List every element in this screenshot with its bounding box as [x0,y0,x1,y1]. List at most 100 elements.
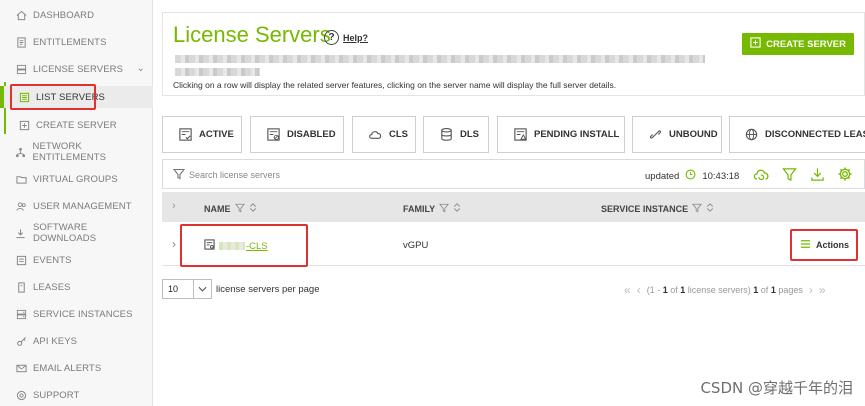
column-header-family[interactable]: FAMILY [403,202,461,215]
filter-disabled-button[interactable]: DISABLED [250,116,344,153]
filter-label: DLS [460,129,479,140]
sidebar-item-support[interactable]: SUPPORT [0,384,153,406]
server-icon [204,239,215,253]
sidebar-item-api-keys[interactable]: API KEYS [0,330,153,352]
sidebar-item-leases[interactable]: LEASES [0,276,153,298]
sidebar-item-label: DASHBOARD [33,9,95,21]
filter-icon[interactable] [439,203,450,215]
menu-icon [800,239,811,252]
globe-icon [744,127,759,143]
folder-icon [15,173,27,185]
toolbar-actions [752,165,854,183]
filter-label: PENDING INSTALL [534,129,620,140]
help[interactable]: ? Help? [324,30,368,45]
list-icon [18,91,30,103]
support-icon [15,389,27,401]
pending-install-icon [512,127,528,143]
header-card: License Servers ? Help? Clicking on a ro… [162,12,865,96]
sidebar-item-label: SOFTWARE DOWNLOADS [32,222,97,244]
sidebar-item-label: EVENTS [33,254,72,266]
actions-label: Actions [815,240,849,250]
filter-label: DISABLED [287,129,336,140]
chevron-down-icon[interactable]: ⌄ [137,63,145,74]
sidebar-item-license-servers[interactable]: LICENSE SERVERS ⌄ [0,58,153,80]
chevron-down-icon[interactable] [193,280,211,298]
column-label: FAMILY [403,203,436,214]
sidebar-item-software-downloads[interactable]: SOFTWARE DOWNLOADS [0,222,153,244]
filter-label: UNBOUND [669,129,718,140]
help-icon: ? [324,30,339,45]
sidebar-item-events[interactable]: EVENTS [0,249,153,271]
sidebar-item-network-entitlements[interactable]: NETWORK ENTITLEMENTS [0,141,153,163]
sidebar-item-create-server[interactable]: CREATE SERVER [0,114,153,136]
first-page-icon[interactable]: « [624,283,631,297]
create-server-button[interactable]: CREATE SERVER [742,33,854,55]
column-label: SERVICE INSTANCE [601,203,689,214]
family-cell: vGPU [403,240,429,251]
server-disabled-icon [265,127,281,143]
sidebar-item-entitlements[interactable]: ENTITLEMENTS [0,31,153,53]
redacted-text [219,242,245,250]
network-icon [15,146,27,158]
filter-toggle-icon[interactable] [780,165,798,183]
pagination: « ‹ (1 - 1 of 1 license servers) 1 of 1 … [624,283,826,297]
page-size-value: 10 [168,284,179,294]
watermark: CSDN @穿越千年的泪 [700,379,853,397]
database-icon [438,127,454,143]
column-label: NAME [204,203,231,214]
sort-icon[interactable] [249,202,257,215]
filter-icon[interactable] [234,203,245,215]
sort-icon[interactable] [453,202,461,215]
table-row[interactable]: › -CLS vGPU Actions [162,224,865,266]
gear-icon[interactable] [836,165,854,183]
summary-text: of [758,285,771,295]
redacted-text [175,55,705,63]
filter-cls-button[interactable]: CLS [352,116,416,153]
server-icon [15,63,27,75]
page-size-select[interactable]: 10 [162,279,212,299]
server-add-icon [750,37,761,51]
filter-icon[interactable] [692,203,703,215]
filter-label: DISCONNECTED LEASING [765,129,865,140]
sidebar-item-label: ENTITLEMENTS [33,36,107,48]
filter-active-button[interactable]: ACTIVE [162,116,242,153]
sidebar-item-dashboard[interactable]: DASHBOARD [0,4,153,26]
summary-text: pages [775,285,803,295]
chevron-right-icon[interactable]: › [172,237,176,251]
sidebar-item-label: LIST SERVERS [36,91,105,103]
server-check-icon [177,127,193,143]
last-page-icon[interactable]: » [819,283,826,297]
sort-icon[interactable] [706,202,714,215]
refresh-cloud-icon[interactable] [752,165,770,183]
help-link[interactable]: Help? [343,33,368,43]
server-name-cell: -CLS [204,239,268,253]
search-input[interactable] [189,165,469,185]
mail-icon [15,362,27,374]
sidebar-item-list-servers[interactable]: LIST SERVERS [0,86,153,108]
sidebar-item-service-instances[interactable]: SERVICE INSTANCES [0,303,153,325]
filter-unbound-button[interactable]: UNBOUND [632,116,722,153]
sidebar: DASHBOARD ENTITLEMENTS LICENSE SERVERS ⌄… [0,0,153,406]
filter-label: ACTIVE [199,129,234,140]
column-header-name[interactable]: NAME [204,202,257,215]
server-name-link[interactable]: -CLS [246,241,268,252]
sidebar-item-virtual-groups[interactable]: VIRTUAL GROUPS [0,168,153,190]
document-icon [15,36,27,48]
filter-pending-install-button[interactable]: PENDING INSTALL [497,116,625,153]
instruction-text: Clicking on a row will display the relat… [173,80,617,90]
next-page-icon[interactable]: › [809,283,813,297]
sidebar-item-label: NETWORK ENTITLEMENTS [32,141,107,163]
download-icon[interactable] [808,165,826,183]
events-icon [15,254,27,266]
sidebar-item-label: LICENSE SERVERS [33,63,124,75]
sidebar-item-user-management[interactable]: USER MANAGEMENT [0,195,153,217]
summary-text: license servers) [685,285,754,295]
filter-dls-button[interactable]: DLS [423,116,489,153]
column-header-service-instance[interactable]: SERVICE INSTANCE [601,202,714,215]
previous-page-icon[interactable]: ‹ [637,283,641,297]
actions-button[interactable]: Actions [796,235,853,255]
filter-disconnected-leasing-button[interactable]: DISCONNECTED LEASING [729,116,865,153]
filter-label: CLS [389,129,408,140]
sidebar-item-email-alerts[interactable]: EMAIL ALERTS [0,357,153,379]
filter-icon [172,168,186,183]
